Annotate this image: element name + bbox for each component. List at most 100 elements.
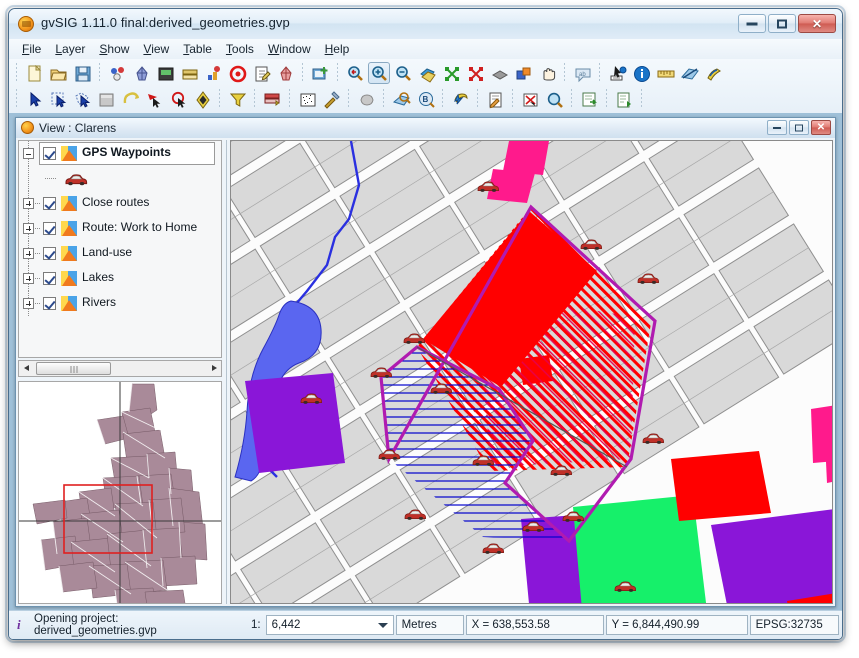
view-close-button[interactable]: ✕: [811, 120, 831, 135]
select-by-shape-icon[interactable]: [119, 88, 141, 110]
export-view-icon[interactable]: [578, 88, 600, 110]
collapse-toggle-icon[interactable]: [23, 148, 34, 159]
table-icon[interactable]: [178, 62, 200, 84]
layer-visibility-checkbox[interactable]: [43, 197, 56, 210]
geoprocess-icon[interactable]: [355, 88, 377, 110]
scroll-right-arrow-icon[interactable]: [206, 361, 221, 376]
frame-zoom-icon[interactable]: [512, 62, 534, 84]
export-layer-icon[interactable]: [274, 62, 296, 84]
minimize-button[interactable]: [738, 14, 766, 33]
map-canvas[interactable]: [230, 140, 833, 604]
scripting-icon[interactable]: [449, 88, 471, 110]
catalog-search-icon[interactable]: [390, 88, 412, 110]
open-project-icon[interactable]: [47, 62, 69, 84]
legend-editor-icon[interactable]: [202, 62, 224, 84]
menu-tools[interactable]: Tools: [219, 40, 261, 58]
close-button[interactable]: ✕: [798, 14, 836, 33]
landuse-red-1: [671, 451, 771, 521]
toolbar-group-filter: [223, 87, 251, 111]
overview-locator-map[interactable]: [18, 381, 222, 604]
hyperlink-icon[interactable]: [702, 62, 724, 84]
layer-row-rivers[interactable]: Rivers: [19, 291, 221, 316]
menu-table[interactable]: Table: [176, 40, 219, 58]
network-analysis-icon[interactable]: B: [414, 88, 436, 110]
zoom-to-layer-icon[interactable]: [440, 62, 462, 84]
pan-previous-icon[interactable]: [488, 62, 510, 84]
edit-layer-icon[interactable]: [250, 62, 272, 84]
landuse-purple-1: [245, 373, 345, 473]
layer-visibility-checkbox[interactable]: [43, 272, 56, 285]
filter-icon[interactable]: [226, 88, 248, 110]
new-project-icon[interactable]: [23, 62, 45, 84]
view-minimize-button[interactable]: [767, 120, 787, 135]
tools-hammer-icon[interactable]: [320, 88, 342, 110]
view-properties-icon[interactable]: [154, 62, 176, 84]
select-by-line-icon[interactable]: [143, 88, 165, 110]
window-controls: ✕: [738, 14, 836, 33]
zoom-to-selection-icon[interactable]: [464, 62, 486, 84]
select-rectangle-icon[interactable]: [47, 88, 69, 110]
scrollbar-thumb[interactable]: [36, 362, 111, 375]
expand-toggle-icon[interactable]: [23, 198, 34, 209]
add-document-icon[interactable]: [613, 88, 635, 110]
table-geoprocess-icon[interactable]: [261, 88, 283, 110]
zoom-in-icon[interactable]: [368, 62, 390, 84]
zoom-full-extent-icon[interactable]: [416, 62, 438, 84]
raster-icon[interactable]: [296, 88, 318, 110]
layer-row-close-routes[interactable]: Close routes: [19, 191, 221, 216]
menu-view[interactable]: View: [136, 40, 176, 58]
clear-selection-icon[interactable]: [519, 88, 541, 110]
zoom-previous-icon[interactable]: [344, 62, 366, 84]
layer-visibility-checkbox[interactable]: [43, 222, 56, 235]
menu-window[interactable]: Window: [261, 40, 318, 58]
measure-select-icon[interactable]: [606, 62, 628, 84]
gvsig-globe-icon: [18, 16, 34, 32]
expand-toggle-icon[interactable]: [23, 273, 34, 284]
layer-visibility-checkbox[interactable]: [43, 297, 56, 310]
annotation-icon[interactable]: [484, 88, 506, 110]
scroll-left-arrow-icon[interactable]: [19, 361, 34, 376]
svg-text:ab: ab: [579, 72, 586, 78]
expand-toggle-icon[interactable]: [23, 298, 34, 309]
toc-horizontal-scrollbar[interactable]: [18, 360, 222, 377]
toolbar-group-annotation: [481, 87, 509, 111]
toolbar-group-select: [20, 87, 216, 111]
expand-toggle-icon[interactable]: [23, 248, 34, 259]
view-restore-button[interactable]: [789, 120, 809, 135]
maximize-button[interactable]: [768, 14, 796, 33]
info-icon[interactable]: [630, 62, 652, 84]
text-balloon-icon[interactable]: ab: [571, 62, 593, 84]
menu-layer[interactable]: Layer: [48, 40, 92, 58]
layer-properties-icon[interactable]: [130, 62, 152, 84]
pan-hand-icon[interactable]: [536, 62, 558, 84]
select-buffer-icon[interactable]: [191, 88, 213, 110]
select-arrow-icon[interactable]: [23, 88, 45, 110]
toolbar-separator: [348, 89, 349, 109]
layer-row-land-use[interactable]: Land-use: [19, 241, 221, 266]
measure-distance-icon[interactable]: [654, 62, 676, 84]
menu-help[interactable]: Help: [318, 40, 357, 58]
measure-area-icon[interactable]: [678, 62, 700, 84]
search-locate-icon[interactable]: [543, 88, 565, 110]
select-layer-icon[interactable]: [95, 88, 117, 110]
layer-row-gps-waypoints[interactable]: GPS Waypoints: [19, 141, 221, 166]
select-polygon-icon[interactable]: [71, 88, 93, 110]
toolbar-separator: [571, 89, 572, 109]
toolbar-separator: [564, 63, 565, 83]
layer-row-lakes[interactable]: Lakes: [19, 266, 221, 291]
zoom-out-icon[interactable]: [392, 62, 414, 84]
layer-row-route-work-to-home[interactable]: Route: Work to Home: [19, 216, 221, 241]
locator-target-icon[interactable]: [226, 62, 248, 84]
scale-combobox[interactable]: 6,442: [265, 615, 394, 635]
save-project-icon[interactable]: [71, 62, 93, 84]
select-by-circle-icon[interactable]: [167, 88, 189, 110]
expand-toggle-icon[interactable]: [23, 223, 34, 234]
menu-file[interactable]: File: [15, 40, 48, 58]
add-layer-icon[interactable]: [106, 62, 128, 84]
layer-visibility-checkbox[interactable]: [43, 147, 56, 160]
layer-tree[interactable]: GPS Waypoints Close routes Route: Work t…: [18, 140, 222, 358]
layer-visibility-checkbox[interactable]: [43, 247, 56, 260]
menu-show[interactable]: Show: [92, 40, 136, 58]
chevron-down-icon[interactable]: [377, 623, 388, 628]
add-event-theme-icon[interactable]: [309, 62, 331, 84]
